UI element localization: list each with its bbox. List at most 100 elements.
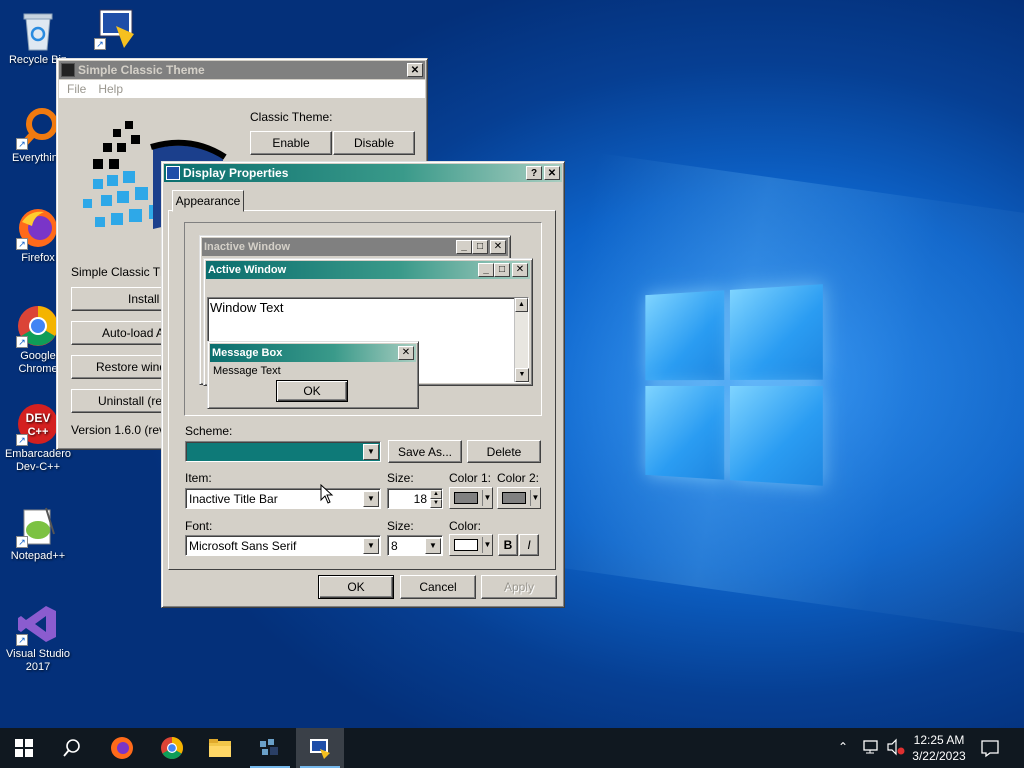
clock-date: 3/22/2023 xyxy=(912,749,966,763)
start-button[interactable] xyxy=(0,728,48,768)
font-color-label: Color: xyxy=(449,519,482,533)
taskbar-simple-classic-theme[interactable] xyxy=(246,728,294,768)
item-dropdown[interactable]: Inactive Title Bar ▼ xyxy=(185,488,381,509)
preview-ok-button: OK xyxy=(276,380,348,402)
chevron-down-icon: ▼ xyxy=(530,490,540,506)
ok-button[interactable]: OK xyxy=(318,575,394,599)
color2-picker[interactable]: ▼ xyxy=(497,487,541,509)
desktop-icon-label: Notepad++ xyxy=(10,550,66,562)
visual-studio-icon: ↗ xyxy=(16,602,60,646)
chevron-down-icon: ▼ xyxy=(363,490,379,507)
shortcut-arrow-icon: ↗ xyxy=(16,238,28,250)
sct-close-button[interactable]: ✕ xyxy=(407,63,423,77)
shortcut-arrow-icon: ↗ xyxy=(16,434,28,446)
firefox-icon: ↗ xyxy=(16,206,60,250)
color2-swatch xyxy=(502,492,526,504)
chrome-icon: ↗ xyxy=(16,304,60,348)
taskbar-file-explorer[interactable] xyxy=(196,728,244,768)
network-icon[interactable] xyxy=(862,738,880,759)
chevron-down-icon: ▼ xyxy=(363,537,379,554)
windows-logo-wallpaper xyxy=(645,284,823,486)
desktop: Recycle Bin ↗ ↗ Everything ↗ Firefox ↗ G… xyxy=(0,0,1024,728)
bold-toggle[interactable]: B xyxy=(498,534,518,556)
desktop-icon-display-shortcut[interactable]: ↗ xyxy=(78,6,154,52)
svg-text:C++: C++ xyxy=(28,426,49,438)
preview-inactive-title: Inactive Window xyxy=(204,241,291,253)
help-button[interactable]: ? xyxy=(526,166,542,180)
chevron-down-icon: ▼ xyxy=(363,443,379,460)
display-properties-icon xyxy=(310,739,330,759)
tab-appearance[interactable]: Appearance xyxy=(172,190,244,212)
display-properties-window[interactable]: Display Properties ? ✕ Appearance Inacti… xyxy=(161,161,565,608)
close-icon: ✕ xyxy=(490,240,506,254)
font-color-picker[interactable]: ▼ xyxy=(449,534,493,556)
color1-picker[interactable]: ▼ xyxy=(449,487,493,509)
color1-label: Color 1: xyxy=(449,471,492,485)
delete-button[interactable]: Delete xyxy=(467,440,541,463)
font-label: Font: xyxy=(185,519,213,533)
clock[interactable]: 12:25 AM 3/22/2023 xyxy=(904,732,974,764)
sct-titlebar[interactable]: Simple Classic Theme ✕ xyxy=(59,61,425,79)
maximize-icon: □ xyxy=(472,240,488,254)
taskbar: ⌃ 12:25 AM 3/22/2023 xyxy=(0,728,1024,768)
folder-icon xyxy=(209,739,231,757)
preview-scrollbar: ▲ ▼ xyxy=(514,298,529,382)
desktop-icon-notepadpp[interactable]: ↗ Notepad++ xyxy=(0,504,76,563)
minimize-icon: _ xyxy=(478,263,494,277)
mouse-cursor-icon xyxy=(320,483,334,507)
display-close-button[interactable]: ✕ xyxy=(544,166,560,180)
sct-menubar: File Help xyxy=(59,80,425,98)
notepadpp-icon: ↗ xyxy=(16,504,60,548)
font-value: Microsoft Sans Serif xyxy=(189,538,297,553)
taskbar-firefox[interactable] xyxy=(98,728,146,768)
scroll-up-icon: ▲ xyxy=(515,298,528,312)
italic-toggle[interactable]: I xyxy=(519,534,539,556)
preview-message-text: Message Text xyxy=(213,365,281,377)
disable-button[interactable]: Disable xyxy=(333,131,415,155)
display-title: Display Properties xyxy=(183,166,289,180)
devcpp-icon: DEV C++ ↗ xyxy=(16,402,60,446)
desktop-icon-visual-studio[interactable]: ↗ Visual Studio 2017 xyxy=(0,602,76,674)
sct-title: Simple Classic Theme xyxy=(78,63,205,77)
shortcut-arrow-icon: ↗ xyxy=(16,634,28,646)
desktop-icon-label: Embarcadero Dev-C++ xyxy=(4,448,72,473)
display-properties-icon: ↗ xyxy=(94,6,138,50)
font-dropdown[interactable]: Microsoft Sans Serif ▼ xyxy=(185,535,381,556)
apply-button[interactable]: Apply xyxy=(481,575,557,599)
color2-label: Color 2: xyxy=(497,471,540,485)
minimize-icon: _ xyxy=(456,240,472,254)
clock-time: 12:25 AM xyxy=(913,733,965,747)
scheme-dropdown[interactable]: ▼ xyxy=(185,441,381,462)
font-size-dropdown[interactable]: 8 ▼ xyxy=(387,535,443,556)
chevron-down-icon: ▼ xyxy=(482,537,492,553)
cancel-button[interactable]: Cancel xyxy=(400,575,476,599)
windows-start-icon xyxy=(15,739,33,757)
svg-text:DEV: DEV xyxy=(26,411,51,425)
volume-muted-icon[interactable] xyxy=(886,738,906,759)
appearance-preview[interactable]: Inactive Window _ □ ✕ Active Window _ □ … xyxy=(184,222,542,416)
shortcut-arrow-icon: ↗ xyxy=(16,336,28,348)
size-value: 18 xyxy=(413,491,427,506)
chevron-down-icon: ▼ xyxy=(425,537,441,554)
menu-help[interactable]: Help xyxy=(98,82,123,96)
preview-message-box: Message Box ✕ Message Text OK xyxy=(207,341,419,409)
shortcut-arrow-icon: ↗ xyxy=(94,38,106,50)
action-center-icon[interactable] xyxy=(980,738,1000,761)
search-button[interactable] xyxy=(48,728,96,768)
show-hidden-icons-icon[interactable]: ⌃ xyxy=(838,740,848,754)
save-as-button[interactable]: Save As... xyxy=(388,440,462,463)
display-titlebar[interactable]: Display Properties ? ✕ xyxy=(164,164,562,182)
taskbar-chrome[interactable] xyxy=(148,728,196,768)
scroll-down-icon: ▼ xyxy=(515,368,529,382)
size-spinner[interactable]: 18 ▲ ▼ xyxy=(387,488,443,509)
menu-file[interactable]: File xyxy=(67,82,86,96)
shortcut-arrow-icon: ↗ xyxy=(16,138,28,150)
enable-button[interactable]: Enable xyxy=(250,131,332,155)
spinner-arrows-icon[interactable]: ▲ ▼ xyxy=(430,489,442,508)
close-icon: ✕ xyxy=(398,346,414,360)
maximize-icon: □ xyxy=(494,263,510,277)
sct-app-icon xyxy=(61,63,75,77)
classic-theme-label: Classic Theme: xyxy=(250,110,333,124)
search-icon xyxy=(63,739,80,757)
taskbar-display-properties[interactable] xyxy=(296,728,344,768)
